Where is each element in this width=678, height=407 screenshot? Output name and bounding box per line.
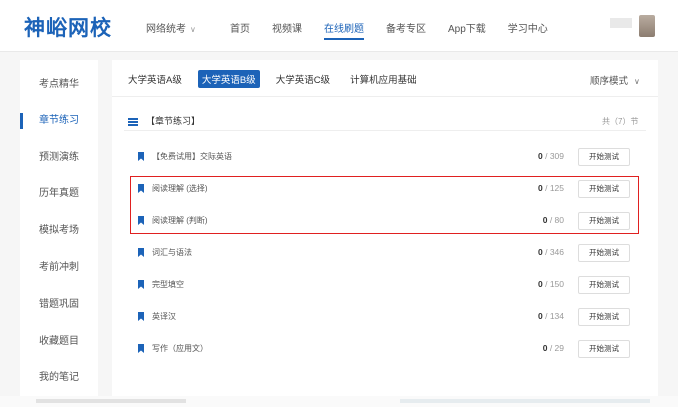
list-item: 完型填空 0 / 150 开始测试 — [112, 276, 658, 296]
list-item: 写作（应用文） 0 / 29 开始测试 — [112, 340, 658, 360]
start-test-button[interactable]: 开始测试 — [578, 308, 630, 326]
section-title: 【章节练习】 — [146, 116, 201, 126]
chapter-progress: 0 / 134 — [516, 311, 564, 321]
sidebar-item-wrong-questions[interactable]: 错题巩固 — [20, 295, 98, 315]
bookmark-icon — [138, 312, 144, 321]
total-count: / 346 — [545, 247, 564, 257]
sidebar-item-mock-exam[interactable]: 模拟考场 — [20, 221, 98, 241]
tab-english-a[interactable]: 大学英语A级 — [124, 70, 186, 88]
tab-english-b[interactable]: 大学英语B级 — [197, 70, 260, 88]
total-count: / 134 — [545, 311, 564, 321]
bookmark-icon — [138, 248, 144, 257]
chapter-title[interactable]: 完型填空 — [152, 279, 184, 290]
start-test-button[interactable]: 开始测试 — [578, 276, 630, 294]
nav-video-course[interactable]: 视频课 — [272, 20, 302, 35]
section-count: 共（7）节 — [602, 117, 639, 126]
avatar[interactable] — [639, 15, 655, 37]
site-logo[interactable]: 神峪网校 — [24, 12, 112, 42]
tab-english-c[interactable]: 大学英语C级 — [272, 70, 334, 88]
main-panel: 大学英语A级 大学英语B级 大学英语C级 计算机应用基础 顺序模式 ∨ 【章节练习… — [112, 60, 658, 400]
username-placeholder[interactable] — [610, 18, 632, 28]
blurred-text — [400, 399, 650, 403]
chevron-down-icon: ∨ — [190, 25, 196, 34]
total-count: / 29 — [549, 343, 564, 353]
exam-category-dropdown[interactable]: 网络统考 ∨ — [146, 20, 196, 35]
done-count: 0 — [537, 279, 543, 289]
sidebar-item-prediction-drill[interactable]: 预测演练 — [20, 148, 98, 168]
start-test-button[interactable]: 开始测试 — [578, 148, 630, 166]
total-count: / 150 — [545, 279, 564, 289]
exam-category-label: 网络统考 — [146, 24, 186, 35]
chapter-title[interactable]: 英译汉 — [152, 311, 176, 322]
nav-learning-center[interactable]: 学习中心 — [508, 20, 548, 35]
sidebar-item-chapter-practice[interactable]: 章节练习 — [20, 111, 98, 131]
nav-home[interactable]: 首页 — [230, 20, 250, 35]
list-item: 英译汉 0 / 134 开始测试 — [112, 308, 658, 328]
chevron-down-icon: ∨ — [634, 77, 640, 86]
bookmark-icon — [138, 152, 144, 161]
sidebar-item-favorites[interactable]: 收藏题目 — [20, 332, 98, 352]
red-highlight-annotation — [130, 176, 639, 234]
sidebar-item-final-sprint[interactable]: 考前冲刺 — [20, 258, 98, 278]
chapter-title[interactable]: 词汇与语法 — [152, 247, 192, 258]
done-count: 0 — [537, 311, 543, 321]
divider — [124, 130, 646, 131]
sidebar-item-my-notes[interactable]: 我的笔记 — [20, 368, 98, 388]
tab-computer-basics[interactable]: 计算机应用基础 — [346, 70, 421, 88]
cropped-footer — [0, 396, 678, 407]
subject-tabs: 大学英语A级 大学英语B级 大学英语C级 计算机应用基础 — [124, 70, 433, 88]
sidebar-item-past-exams[interactable]: 历年真题 — [20, 184, 98, 204]
top-header: 神峪网校 网络统考 ∨ 首页 视频课 在线刷题 备考专区 App下载 学习中心 — [0, 0, 678, 52]
chapter-title[interactable]: 【免费试用】交际英语 — [152, 151, 232, 162]
bookmark-icon — [138, 280, 144, 289]
total-count: / 309 — [545, 151, 564, 161]
chapter-progress: 0 / 346 — [516, 247, 564, 257]
list-item: 词汇与语法 0 / 346 开始测试 — [112, 244, 658, 264]
start-test-button[interactable]: 开始测试 — [578, 244, 630, 262]
blurred-text — [36, 399, 186, 403]
sort-mode-label: 顺序模式 — [590, 76, 629, 87]
list-item: 【免费试用】交际英语 0 / 309 开始测试 — [112, 148, 658, 168]
sidebar-item-key-points[interactable]: 考点精华 — [20, 75, 98, 95]
divider — [112, 96, 658, 97]
section-header: 【章节练习】 — [128, 114, 200, 127]
bookmark-icon — [138, 344, 144, 353]
done-count: 0 — [537, 151, 543, 161]
chapter-title[interactable]: 写作（应用文） — [152, 343, 208, 354]
main-nav: 首页 视频课 在线刷题 备考专区 App下载 学习中心 — [230, 20, 570, 40]
done-count: 0 — [542, 343, 548, 353]
nav-online-practice[interactable]: 在线刷题 — [324, 20, 364, 40]
chapter-progress: 0 / 150 — [516, 279, 564, 289]
start-test-button[interactable]: 开始测试 — [578, 340, 630, 358]
sidebar: 考点精华 章节练习 预测演练 历年真题 模拟考场 考前冲刺 错题巩固 收藏题目 … — [20, 60, 98, 400]
nav-app-download[interactable]: App下载 — [448, 20, 486, 35]
list-icon — [128, 117, 138, 126]
chapter-progress: 0 / 309 — [516, 151, 564, 161]
sort-mode-dropdown[interactable]: 顺序模式 ∨ — [590, 73, 640, 87]
nav-exam-prep[interactable]: 备考专区 — [386, 20, 426, 35]
chapter-progress: 0 / 29 — [516, 343, 564, 353]
done-count: 0 — [537, 247, 543, 257]
